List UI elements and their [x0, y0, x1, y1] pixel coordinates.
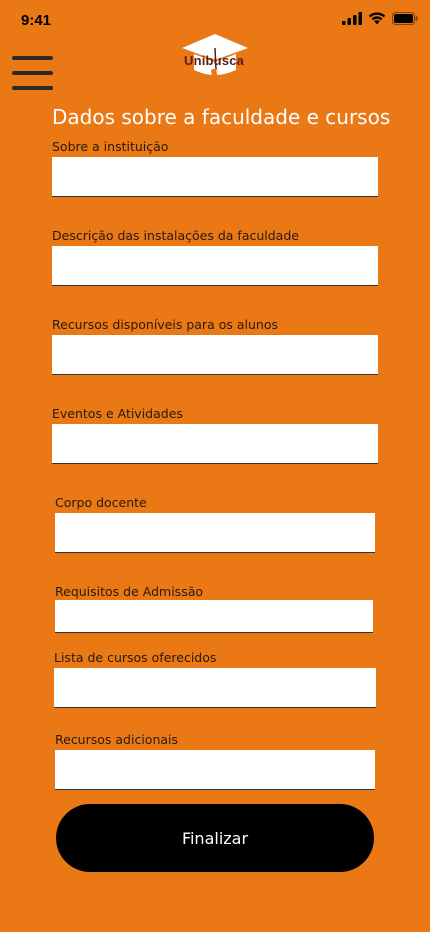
input-corpo-docente[interactable]: [55, 513, 375, 553]
label-lista-cursos: Lista de cursos oferecidos: [54, 650, 217, 665]
input-descricao-instalacoes[interactable]: [52, 246, 378, 286]
signal-icon: [342, 12, 362, 25]
battery-icon: [392, 12, 418, 25]
label-recursos-alunos: Recursos disponíveis para os alunos: [52, 317, 278, 332]
label-eventos-atividades: Eventos e Atividades: [52, 406, 183, 421]
input-recursos-alunos[interactable]: [52, 335, 378, 375]
label-corpo-docente: Corpo docente: [55, 495, 147, 510]
status-icons: [342, 12, 418, 25]
finalizar-button[interactable]: Finalizar: [56, 804, 374, 872]
label-sobre-instituicao: Sobre a instituição: [52, 139, 169, 154]
input-requisitos-admissao[interactable]: [55, 600, 373, 633]
status-time: 9:41: [21, 12, 52, 29]
label-requisitos-admissao: Requisitos de Admissão: [55, 584, 204, 599]
input-eventos-atividades[interactable]: [52, 424, 378, 464]
wifi-icon: [368, 12, 386, 25]
page-title: Dados sobre a faculdade e cursos: [52, 105, 391, 129]
label-recursos-adicionais: Recursos adicionais: [55, 732, 179, 747]
input-recursos-adicionais[interactable]: [55, 750, 375, 790]
label-descricao-instalacoes: Descrição das instalações da faculdade: [52, 228, 299, 243]
input-lista-cursos[interactable]: [54, 668, 376, 708]
app-logo: Unibusca: [180, 32, 250, 92]
menu-icon[interactable]: [12, 56, 53, 92]
logo-text: Unibusca: [184, 53, 245, 68]
input-sobre-instituicao[interactable]: [52, 157, 378, 197]
